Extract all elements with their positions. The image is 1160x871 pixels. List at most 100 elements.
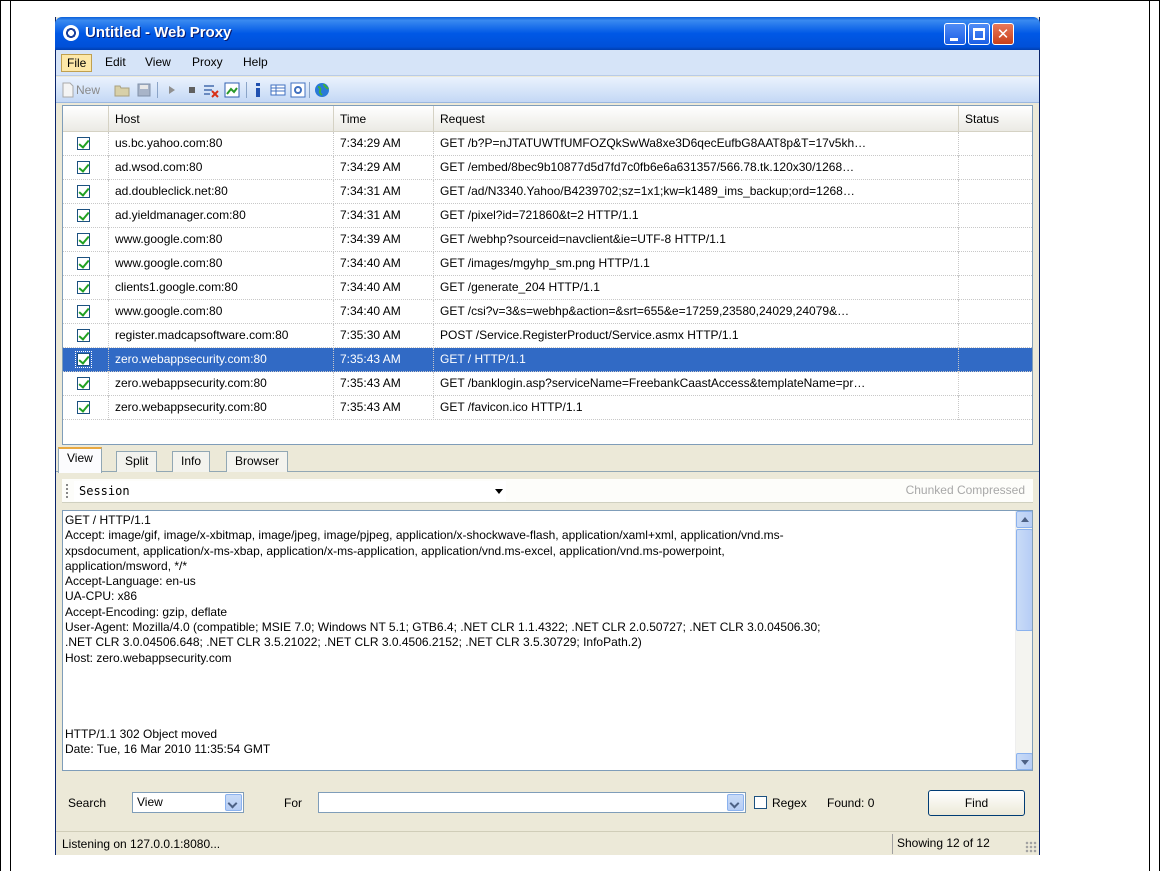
- row-request: GET /embed/8bec9b10877d5d7fd7c0fb6e6a631…: [434, 156, 959, 180]
- column-header-check[interactable]: [63, 106, 109, 132]
- row-checkbox-cell: [63, 276, 109, 300]
- row-checkbox[interactable]: [77, 233, 90, 246]
- search-scope-select[interactable]: View: [132, 792, 244, 813]
- search-scope-value: View: [137, 795, 163, 809]
- row-time: 7:35:43 AM: [334, 348, 434, 372]
- table-row[interactable]: zero.webappsecurity.com:80 7:35:43 AM GET …: [63, 372, 1032, 396]
- table-row[interactable]: ad.yieldmanager.com:80 7:34:31 AM GET /pix…: [63, 204, 1032, 228]
- row-host: ad.yieldmanager.com:80: [109, 204, 334, 228]
- maximize-button[interactable]: [968, 23, 990, 45]
- toolbar-separator: [309, 82, 310, 98]
- menu-proxy[interactable]: Proxy: [187, 54, 228, 72]
- row-status: [959, 372, 1032, 396]
- row-host: zero.webappsecurity.com:80: [109, 372, 334, 396]
- tab-info[interactable]: Info: [172, 451, 211, 472]
- open-icon[interactable]: [114, 82, 130, 98]
- session-select[interactable]: Session: [74, 481, 506, 501]
- new-icon: [62, 82, 74, 98]
- session-grid[interactable]: Host Time Request Status us.bc.yahoo.com…: [62, 105, 1033, 445]
- menu-edit[interactable]: Edit: [100, 54, 131, 72]
- table-row[interactable]: ad.wsod.com:80 7:34:29 AM GET /embed/8bec9…: [63, 156, 1032, 180]
- scroll-up-button[interactable]: [1016, 511, 1032, 528]
- scroll-thumb[interactable]: [1016, 529, 1032, 631]
- find-button[interactable]: Find: [928, 790, 1025, 816]
- chevron-down-icon[interactable]: [225, 794, 242, 811]
- row-checkbox[interactable]: [75, 351, 92, 368]
- search-for-input[interactable]: [318, 792, 746, 813]
- tab-split[interactable]: Split: [116, 451, 158, 472]
- table-row[interactable]: www.google.com:80 7:34:39 AM GET /webhp?so…: [63, 228, 1032, 252]
- vertical-scrollbar[interactable]: [1015, 511, 1032, 770]
- row-status: [959, 204, 1032, 228]
- row-checkbox-cell: [63, 132, 109, 156]
- info-icon[interactable]: [250, 82, 266, 98]
- chevron-down-icon[interactable]: [727, 794, 744, 811]
- row-checkbox[interactable]: [77, 209, 90, 222]
- table-row[interactable]: www.google.com:80 7:34:40 AM GET /images/m…: [63, 252, 1032, 276]
- minimize-button[interactable]: [944, 23, 966, 45]
- status-count: Showing 12 of 12: [892, 834, 1032, 854]
- row-checkbox[interactable]: [77, 281, 90, 294]
- regex-label: Regex: [772, 796, 807, 810]
- table-row[interactable]: register.madcapsoftware.com:80 7:35:30 AM…: [63, 324, 1032, 348]
- menu-help[interactable]: Help: [238, 54, 273, 72]
- row-checkbox-cell: [63, 252, 109, 276]
- row-status: [959, 396, 1032, 420]
- tab-view[interactable]: View: [58, 447, 102, 473]
- save-icon[interactable]: [136, 82, 152, 98]
- table-row[interactable]: zero.webappsecurity.com:80 7:35:43 AM GET …: [63, 396, 1032, 420]
- globe-icon[interactable]: [314, 82, 330, 98]
- session-bar: Session Chunked Compressed: [62, 479, 1033, 503]
- scroll-down-button[interactable]: [1016, 753, 1032, 770]
- grid-header: Host Time Request Status: [63, 106, 1032, 132]
- row-checkbox-cell: [63, 180, 109, 204]
- title-bar[interactable]: Untitled - Web Proxy ✕: [55, 17, 1040, 50]
- detail-tabs: View Split Info Browser: [56, 447, 1039, 473]
- column-header-status[interactable]: Status: [959, 106, 1032, 132]
- row-request: GET /webhp?sourceid=navclient&ie=UTF-8 H…: [434, 228, 959, 252]
- preview-icon[interactable]: [290, 82, 306, 98]
- row-checkbox[interactable]: [77, 401, 90, 414]
- raw-text-view[interactable]: GET / HTTP/1.1 Accept: image/gif, image/…: [62, 510, 1033, 771]
- resize-grip[interactable]: [1025, 841, 1037, 853]
- search-bar: Search View For Regex Found: 0 Find: [56, 787, 1039, 819]
- row-checkbox[interactable]: [77, 377, 90, 390]
- capture-icon[interactable]: [224, 82, 240, 98]
- row-checkbox[interactable]: [77, 329, 90, 342]
- menu-view[interactable]: View: [140, 54, 176, 72]
- row-checkbox[interactable]: [77, 305, 90, 318]
- row-request: GET /b?P=nJTATUWTfUMFOZQkSwWa8xe3D6qecEu…: [434, 132, 959, 156]
- table-row[interactable]: www.google.com:80 7:34:40 AM GET /csi?v=3&…: [63, 300, 1032, 324]
- row-checkbox[interactable]: [77, 185, 90, 198]
- status-bar: Listening on 127.0.0.1:8080... Showing 1…: [56, 831, 1039, 855]
- toolbar-grip[interactable]: [66, 484, 68, 498]
- row-checkbox-cell: [63, 156, 109, 180]
- regex-checkbox[interactable]: [754, 796, 767, 809]
- clear-icon[interactable]: [203, 82, 219, 98]
- menu-file[interactable]: File: [61, 54, 93, 72]
- maximize-icon: [973, 28, 985, 40]
- row-time: 7:35:30 AM: [334, 324, 434, 348]
- new-button[interactable]: New: [76, 81, 100, 99]
- row-host: www.google.com:80: [109, 228, 334, 252]
- arrow-up-icon: [1021, 517, 1029, 522]
- app-window: Untitled - Web Proxy ✕ File Edit View Pr…: [55, 17, 1040, 855]
- row-host: ad.wsod.com:80: [109, 156, 334, 180]
- close-button[interactable]: ✕: [992, 23, 1014, 45]
- column-header-request[interactable]: Request: [434, 106, 959, 132]
- row-checkbox[interactable]: [77, 137, 90, 150]
- stop-icon[interactable]: [184, 82, 200, 98]
- table-row[interactable]: zero.webappsecurity.com:80 7:35:43 AM GET …: [63, 348, 1032, 372]
- row-status: [959, 348, 1032, 372]
- tab-browser[interactable]: Browser: [226, 451, 289, 472]
- table-icon[interactable]: [270, 82, 286, 98]
- row-checkbox[interactable]: [77, 257, 90, 270]
- table-row[interactable]: clients1.google.com:80 7:34:40 AM GET /gen…: [63, 276, 1032, 300]
- table-row[interactable]: us.bc.yahoo.com:80 7:34:29 AM GET /b?P=nJT…: [63, 132, 1032, 156]
- row-checkbox-cell: [63, 372, 109, 396]
- play-icon[interactable]: [164, 82, 180, 98]
- row-checkbox[interactable]: [77, 161, 90, 174]
- table-row[interactable]: ad.doubleclick.net:80 7:34:31 AM GET /ad/N…: [63, 180, 1032, 204]
- column-header-time[interactable]: Time: [334, 106, 434, 132]
- column-header-host[interactable]: Host: [109, 106, 334, 132]
